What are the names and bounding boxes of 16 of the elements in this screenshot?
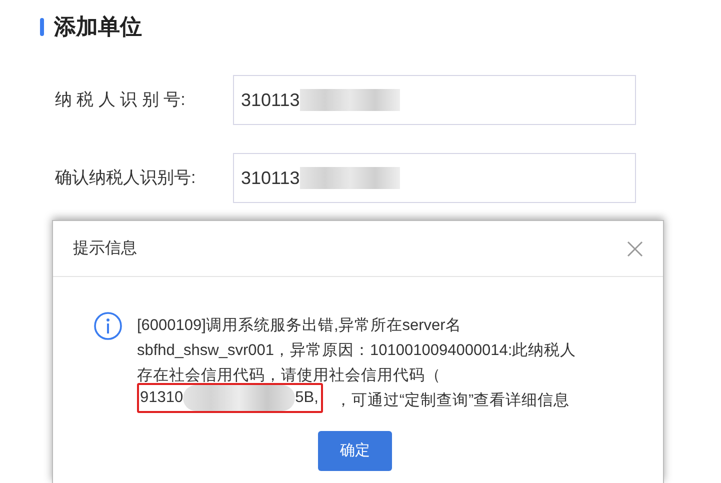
- page-title: 添加单位: [54, 13, 142, 41]
- message-line: 存在社会信用代码，请使用社会信用代码（: [137, 366, 442, 386]
- field-label: 确认纳税人识别号:: [55, 167, 197, 190]
- code-text: 91310: [140, 388, 184, 408]
- input-field[interactable]: 310113: [233, 75, 636, 125]
- accent-bar: [40, 18, 44, 36]
- ok-button[interactable]: 确定: [318, 431, 392, 471]
- info-icon: [93, 311, 123, 341]
- close-icon[interactable]: [627, 240, 643, 256]
- field-label: 纳 税 人 识 别 号:: [55, 89, 186, 112]
- dialog-title: 提示信息: [73, 238, 137, 258]
- message-line: [6000109]调用系统服务出错,异常所在server名: [137, 316, 462, 336]
- input-field[interactable]: 310113: [233, 153, 636, 203]
- message-line: sbfhd_shsw_svr001，异常原因：1010010094000014:此纳税人: [137, 341, 576, 361]
- code-text: 5B,: [295, 388, 320, 408]
- message-line: ，可通过“定制查询”查看详细信息: [335, 391, 570, 411]
